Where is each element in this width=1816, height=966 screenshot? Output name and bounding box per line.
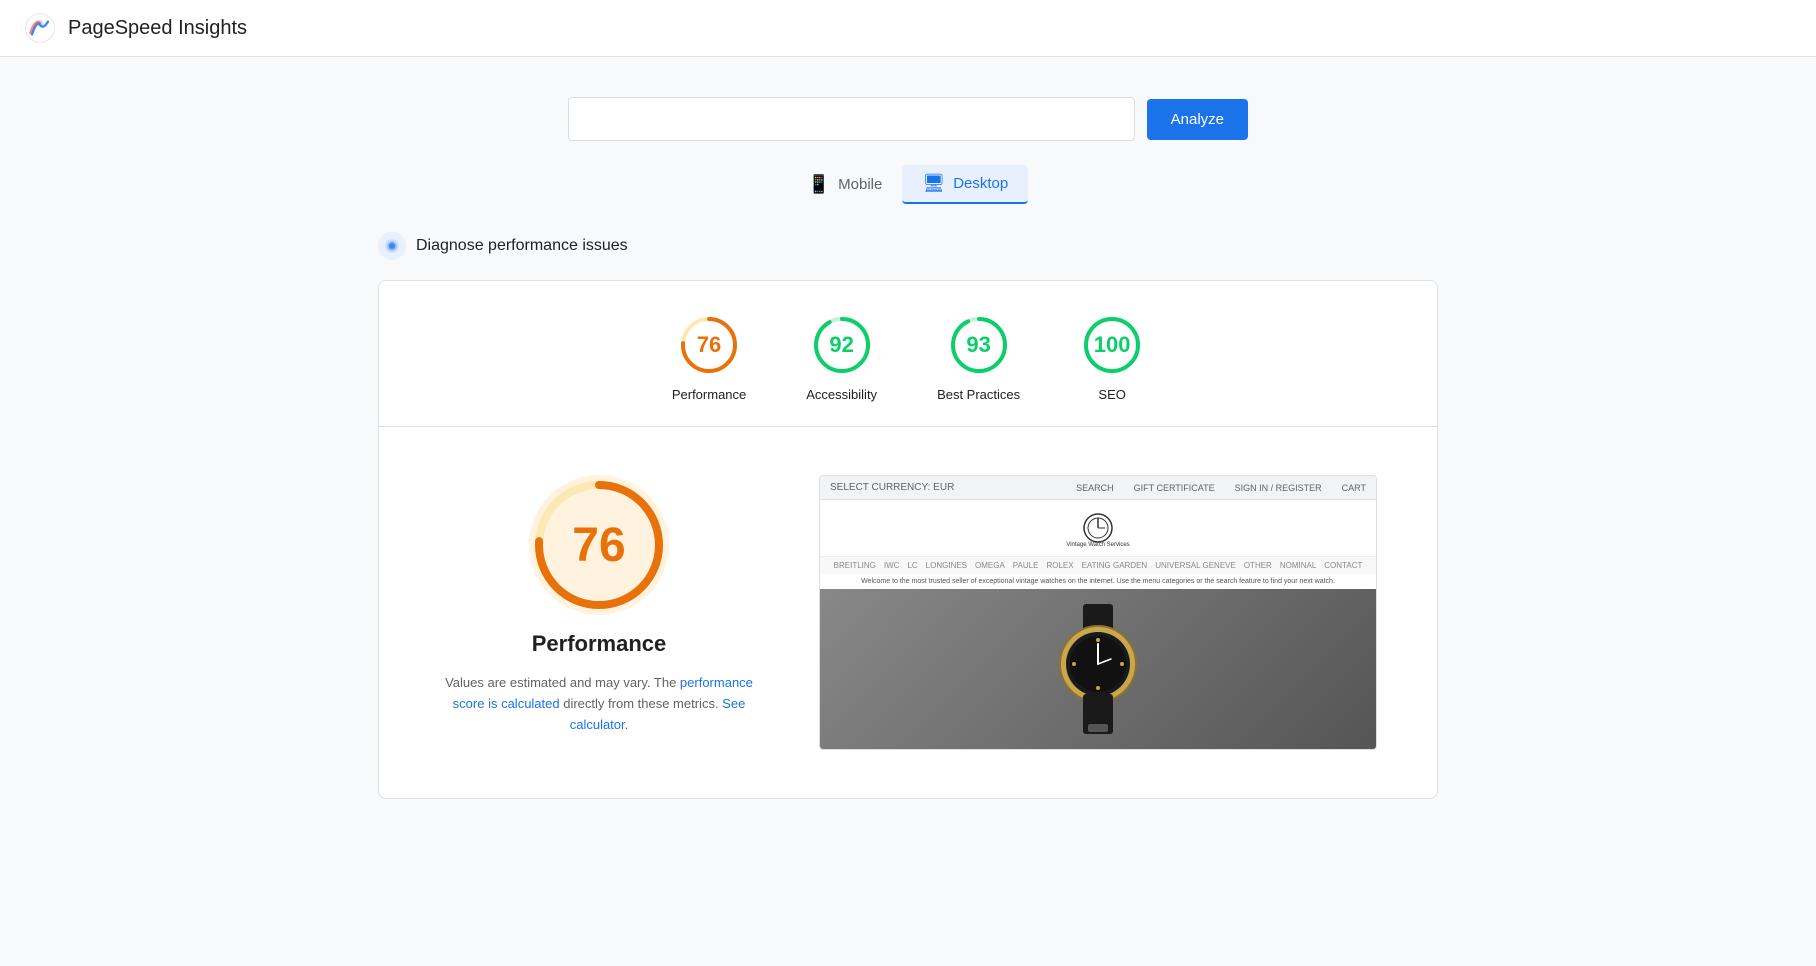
browser-bar-text: SELECT CURRENCY: EUR	[830, 482, 954, 493]
detail-title: Performance	[532, 631, 667, 657]
score-label: SEO	[1098, 387, 1125, 402]
score-label: Performance	[672, 387, 746, 402]
watch-illustration	[1048, 604, 1148, 734]
score-item-best-practices: 93 Best Practices	[937, 313, 1020, 402]
diagnose-text: Diagnose performance issues	[416, 237, 628, 255]
watch-image	[820, 589, 1376, 749]
desc-part1: Values are estimated and may vary. The	[445, 675, 680, 690]
mobile-label: Mobile	[838, 176, 882, 193]
app-header: PageSpeed Insights	[0, 0, 1816, 57]
watch-desc: Welcome to the most trusted seller of ex…	[820, 574, 1376, 589]
app-title: PageSpeed Insights	[68, 17, 247, 40]
score-number: 93	[966, 332, 990, 358]
score-label: Best Practices	[937, 387, 1020, 402]
score-item-accessibility: 92 Accessibility	[806, 313, 877, 402]
screenshot-content: Vintage Watch Services BREITLING IWC LC …	[820, 500, 1376, 749]
score-item-seo: 100 SEO	[1080, 313, 1144, 402]
score-number: 100	[1094, 332, 1131, 358]
lightning-icon	[384, 238, 400, 254]
score-item-performance: 76 Performance	[672, 313, 746, 402]
desc-part2: directly from these metrics.	[560, 696, 723, 711]
score-circle: 92	[810, 313, 874, 377]
large-score-number: 76	[572, 518, 625, 573]
pagespeed-logo-icon	[24, 12, 56, 44]
score-circle: 93	[947, 313, 1011, 377]
large-score-circle: 76	[529, 475, 669, 615]
device-toggle: 📱 Mobile 🖥 Desktop	[788, 165, 1029, 204]
browser-bar: SELECT CURRENCY: EUR SEARCH GIFT CERTIFI…	[820, 476, 1376, 500]
diagnose-row: Diagnose performance issues	[378, 232, 1438, 260]
desktop-tab[interactable]: 🖥 Desktop	[902, 165, 1028, 204]
url-input[interactable]: https://vintagewatchservices.eu/	[568, 97, 1135, 141]
mobile-icon: 📱	[808, 174, 830, 195]
score-number: 92	[829, 332, 853, 358]
browser-bar-actions: SEARCH GIFT CERTIFICATE SIGN IN / REGIST…	[1076, 483, 1366, 493]
score-number: 76	[697, 332, 721, 358]
desktop-label: Desktop	[953, 175, 1008, 192]
desc-end: .	[625, 717, 629, 732]
watch-site-header: Vintage Watch Services	[820, 500, 1376, 557]
detail-left: 76 Performance Values are estimated and …	[439, 475, 759, 735]
diagnose-icon-wrap	[378, 232, 406, 260]
desktop-icon: 🖥	[922, 173, 945, 194]
results-card: 76 Performance 92 Accessibility 93 Best …	[378, 280, 1438, 799]
score-circle: 76	[677, 313, 741, 377]
main-content: https://vintagewatchservices.eu/ Analyze…	[0, 57, 1816, 839]
analyze-button[interactable]: Analyze	[1147, 99, 1248, 140]
detail-section: 76 Performance Values are estimated and …	[379, 427, 1437, 798]
mobile-tab[interactable]: 📱 Mobile	[788, 166, 903, 203]
svg-text:Vintage Watch Services: Vintage Watch Services	[1066, 542, 1129, 548]
scores-row: 76 Performance 92 Accessibility 93 Best …	[379, 281, 1437, 427]
search-row: https://vintagewatchservices.eu/ Analyze	[568, 97, 1248, 141]
screenshot-preview: SELECT CURRENCY: EUR SEARCH GIFT CERTIFI…	[819, 475, 1377, 750]
detail-description: Values are estimated and may vary. The p…	[439, 673, 759, 735]
watch-site-logo: Vintage Watch Services	[1058, 508, 1138, 548]
score-label: Accessibility	[806, 387, 877, 402]
score-circle: 100	[1080, 313, 1144, 377]
watch-nav: BREITLING IWC LC LONGINES OMEGA PAULE RO…	[820, 557, 1376, 574]
